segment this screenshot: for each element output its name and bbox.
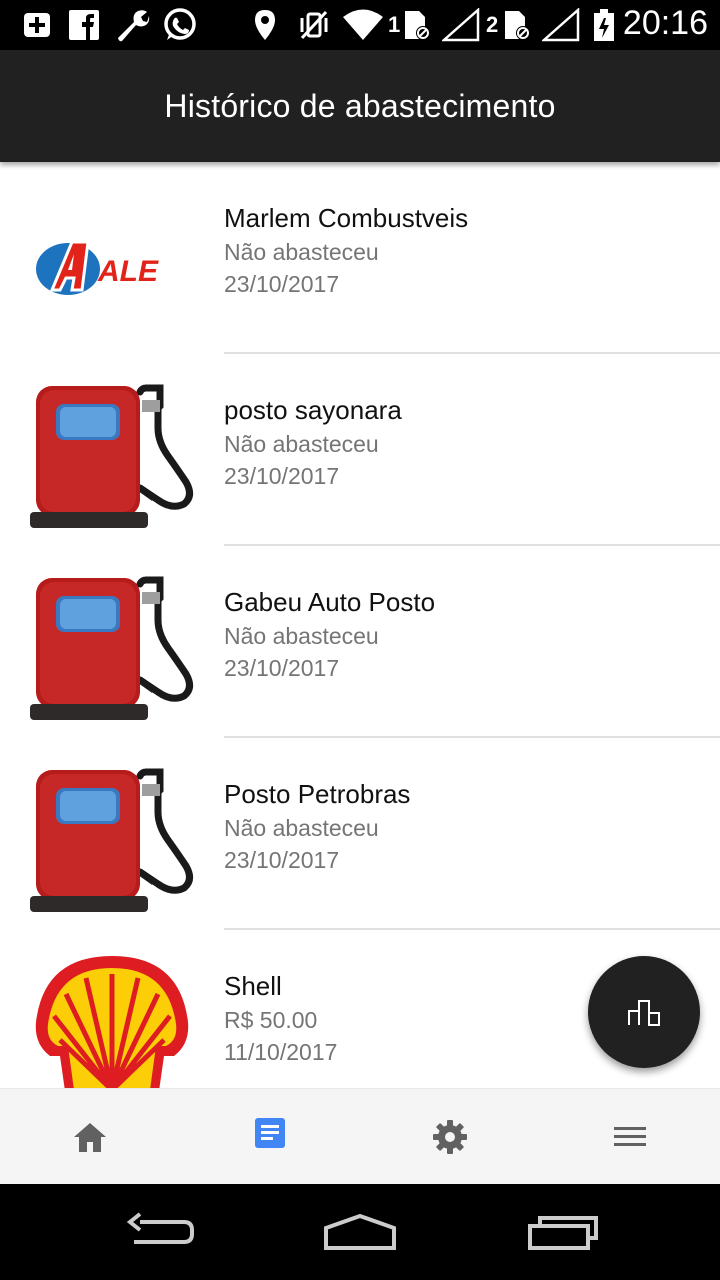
- sim-1-icon: [405, 11, 430, 40]
- fuel-pump-icon: [30, 768, 193, 912]
- nav-history-button[interactable]: [248, 1111, 292, 1155]
- facebook-icon: [69, 10, 99, 40]
- fuel-pump-icon: [30, 384, 193, 528]
- add-box-icon: [24, 13, 50, 37]
- shell-logo: [35, 956, 189, 1088]
- list-item[interactable]: ALE Marlem Combustveis Não abasteceu 23/…: [0, 162, 720, 354]
- whatsapp-icon: [164, 8, 196, 40]
- wifi-icon: [343, 9, 383, 40]
- status-bar: 1 2 20:16: [0, 0, 720, 50]
- back-icon[interactable]: [124, 1208, 196, 1254]
- station-name: Gabeu Auto Posto: [224, 587, 436, 617]
- list-item[interactable]: Posto Petrobras Não abasteceu 23/10/2017: [0, 738, 720, 930]
- home-outline-icon[interactable]: [322, 1208, 398, 1254]
- settings-icon: [433, 1120, 467, 1154]
- station-name: posto sayonara: [224, 395, 402, 425]
- nav-menu-button[interactable]: [608, 1115, 652, 1159]
- app-bar: Histórico de abastecimento: [0, 50, 720, 162]
- list-item[interactable]: posto sayonara Não abasteceu 23/10/2017: [0, 354, 720, 546]
- fuel-status: Não abasteceu: [224, 431, 379, 457]
- sim-2-icon: [505, 11, 530, 40]
- history-icon: [255, 1118, 285, 1148]
- fuel-date: 23/10/2017: [224, 271, 340, 297]
- battery-icon: [594, 9, 614, 41]
- fuel-status: Não abasteceu: [224, 623, 379, 649]
- station-name: Shell: [224, 971, 282, 1001]
- ale-logo: ALE: [36, 240, 159, 295]
- sim-2-label: 2: [486, 12, 499, 37]
- nav-home-button[interactable]: [68, 1115, 112, 1159]
- fuel-date: 11/10/2017: [224, 1039, 338, 1065]
- history-list[interactable]: ALE Marlem Combustveis Não abasteceu 23/…: [0, 162, 720, 1088]
- stats-fab-button[interactable]: [588, 956, 700, 1068]
- system-navigation-bar: [0, 1184, 720, 1280]
- clock: 20:16: [622, 4, 708, 42]
- signal-2-icon: [542, 8, 580, 42]
- fuel-date: 23/10/2017: [224, 655, 340, 681]
- bar-chart-icon: [628, 1000, 660, 1026]
- list-item[interactable]: Gabeu Auto Posto Não abasteceu 23/10/201…: [0, 546, 720, 738]
- vibrate-off-icon: [300, 10, 328, 40]
- menu-icon: [614, 1127, 646, 1146]
- signal-1-icon: [442, 8, 480, 42]
- fuel-status: Não abasteceu: [224, 239, 379, 265]
- fuel-amount: R$ 50.00: [224, 1007, 318, 1033]
- station-name: Marlem Combustveis: [224, 203, 469, 233]
- page-title: Histórico de abastecimento: [164, 87, 556, 124]
- fuel-date: 23/10/2017: [224, 463, 340, 489]
- home-icon: [74, 1123, 106, 1152]
- recents-icon[interactable]: [526, 1208, 600, 1254]
- ale-logo-text: ALE: [97, 255, 159, 288]
- wrench-icon: [118, 10, 150, 42]
- fuel-date: 23/10/2017: [224, 847, 340, 873]
- fuel-status: Não abasteceu: [224, 815, 379, 841]
- nav-settings-button[interactable]: [428, 1115, 472, 1159]
- fuel-pump-icon: [30, 576, 193, 720]
- station-name: Posto Petrobras: [224, 779, 411, 809]
- sim-1-label: 1: [388, 12, 401, 37]
- bottom-navigation: [0, 1088, 720, 1184]
- location-icon: [255, 10, 275, 40]
